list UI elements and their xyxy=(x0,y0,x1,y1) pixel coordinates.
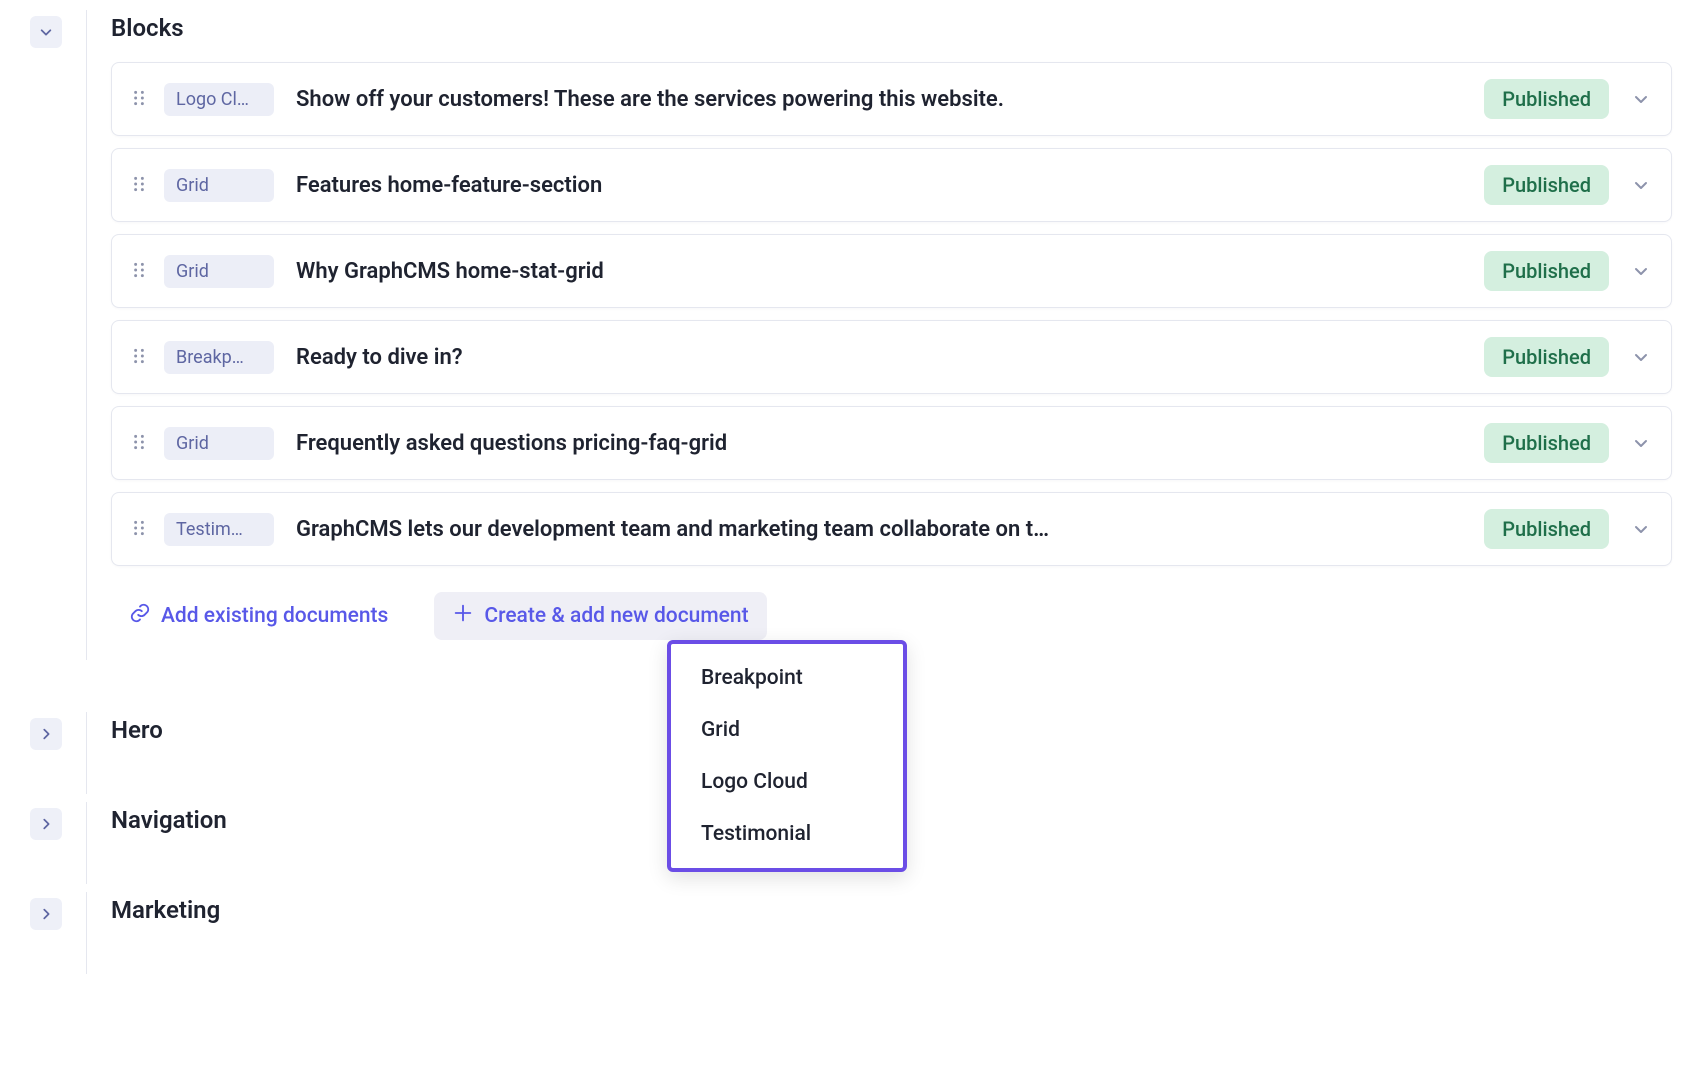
collapse-toggle-navigation[interactable] xyxy=(30,808,62,840)
drag-handle-icon[interactable] xyxy=(130,519,150,539)
block-title: Frequently asked questions pricing-faq-g… xyxy=(296,431,1484,456)
collapse-toggle-hero[interactable] xyxy=(30,718,62,750)
block-title: Why GraphCMS home-stat-grid xyxy=(296,259,1484,284)
chevron-down-icon[interactable] xyxy=(1633,263,1653,279)
add-existing-label: Add existing documents xyxy=(161,604,388,628)
section-blocks: Blocks Logo Cl… Show off your customers!… xyxy=(30,10,1672,660)
block-row[interactable]: Testim… GraphCMS lets our development te… xyxy=(111,492,1672,566)
dropdown-item[interactable]: Testimonial xyxy=(671,808,903,860)
chevron-down-icon[interactable] xyxy=(1633,177,1653,193)
create-dropdown: BreakpointGridLogo CloudTestimonial xyxy=(667,640,907,872)
type-chip: Logo Cl… xyxy=(164,83,274,116)
drag-handle-icon[interactable] xyxy=(130,89,150,109)
status-badge: Published xyxy=(1484,423,1609,463)
block-title: Show off your customers! These are the s… xyxy=(296,87,1484,112)
type-chip: Grid xyxy=(164,427,274,460)
status-badge: Published xyxy=(1484,251,1609,291)
collapse-toggle-marketing[interactable] xyxy=(30,898,62,930)
chevron-down-icon[interactable] xyxy=(1633,435,1653,451)
status-badge: Published xyxy=(1484,79,1609,119)
dropdown-item[interactable]: Breakpoint xyxy=(671,652,903,704)
block-title: Features home-feature-section xyxy=(296,173,1484,198)
create-add-label: Create & add new document xyxy=(484,604,748,628)
type-chip: Grid xyxy=(164,169,274,202)
link-icon xyxy=(129,602,151,630)
type-chip: Breakp… xyxy=(164,341,274,374)
chevron-down-icon[interactable] xyxy=(1633,91,1653,107)
block-row[interactable]: Logo Cl… Show off your customers! These … xyxy=(111,62,1672,136)
chevron-down-icon[interactable] xyxy=(1633,349,1653,365)
status-badge: Published xyxy=(1484,337,1609,377)
drag-handle-icon[interactable] xyxy=(130,175,150,195)
plus-icon xyxy=(452,602,474,630)
status-badge: Published xyxy=(1484,165,1609,205)
type-chip: Testim… xyxy=(164,513,274,546)
block-row[interactable]: Grid Frequently asked questions pricing-… xyxy=(111,406,1672,480)
drag-handle-icon[interactable] xyxy=(130,433,150,453)
drag-handle-icon[interactable] xyxy=(130,261,150,281)
dropdown-item[interactable]: Grid xyxy=(671,704,903,756)
block-title: GraphCMS lets our development team and m… xyxy=(296,517,1484,542)
block-title: Ready to dive in? xyxy=(296,345,1484,370)
section-marketing: Marketing xyxy=(30,892,1672,974)
collapse-toggle-blocks[interactable] xyxy=(30,16,62,48)
block-row[interactable]: Grid Why GraphCMS home-stat-grid Publish… xyxy=(111,234,1672,308)
block-row[interactable]: Breakp… Ready to dive in? Published xyxy=(111,320,1672,394)
drag-handle-icon[interactable] xyxy=(130,347,150,367)
actions-row: Add existing documents Create & add new … xyxy=(111,592,1672,640)
dropdown-item[interactable]: Logo Cloud xyxy=(671,756,903,808)
create-add-button[interactable]: Create & add new document xyxy=(434,592,766,640)
chevron-down-icon[interactable] xyxy=(1633,521,1653,537)
section-title: Marketing xyxy=(111,896,1672,924)
block-row[interactable]: Grid Features home-feature-section Publi… xyxy=(111,148,1672,222)
status-badge: Published xyxy=(1484,509,1609,549)
add-existing-button[interactable]: Add existing documents xyxy=(111,592,406,640)
section-title: Blocks xyxy=(111,14,1672,42)
type-chip: Grid xyxy=(164,255,274,288)
